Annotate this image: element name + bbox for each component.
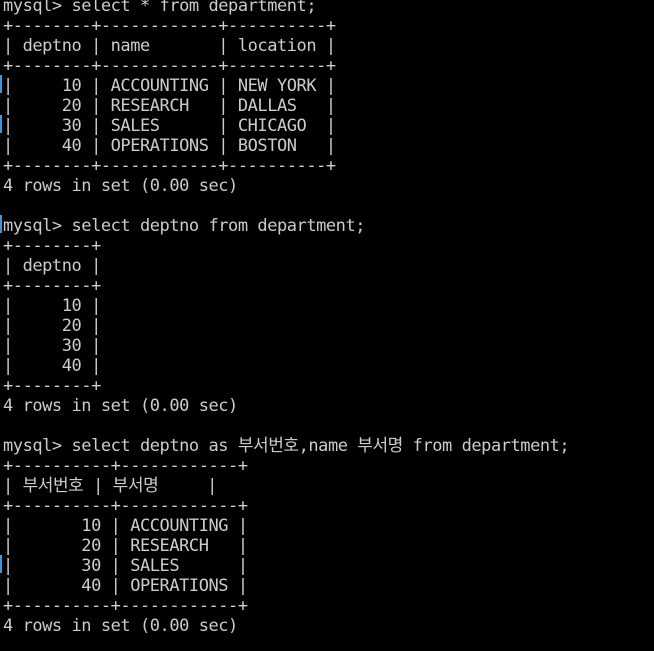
table-header-row: | deptno | name | location | [3, 36, 336, 56]
table-row: | 40 | OPERATIONS | BOSTON | [3, 136, 336, 156]
table-row: | 10 | [3, 296, 101, 316]
table-header-row: | 부서번호 | 부서명 | [3, 476, 217, 496]
table-row: | 40 | [3, 356, 101, 376]
table-border: +--------+------------+----------+ [3, 156, 336, 176]
table-row: | 30 | [3, 336, 101, 356]
table-row: | 30 | SALES | CHICAGO | [3, 116, 336, 136]
margin-marker-2 [0, 115, 2, 133]
margin-marker-1 [0, 75, 2, 93]
table-row: | 10 | ACCOUNTING | NEW YORK | [3, 76, 336, 96]
command-line-3: mysql> select deptno as 부서번호,name 부서명 fr… [3, 436, 570, 456]
command-line-2: mysql> select deptno from department; [3, 216, 366, 236]
table-row: | 20 | [3, 316, 101, 336]
command-line-1: mysql> select * from department; [3, 0, 317, 16]
table-border: +--------+ [3, 236, 101, 256]
margin-marker-3 [0, 215, 2, 233]
table-border: +----------+------------+ [3, 456, 248, 476]
table-row: | 10 | ACCOUNTING | [3, 516, 248, 536]
table-border: +--------+------------+----------+ [3, 56, 336, 76]
result-summary: 4 rows in set (0.00 sec) [3, 176, 238, 196]
result-summary: 4 rows in set (0.00 sec) [3, 396, 238, 416]
table-row: | 30 | SALES | [3, 556, 248, 576]
table-row: | 40 | OPERATIONS | [3, 576, 248, 596]
result-summary: 4 rows in set (0.00 sec) [3, 616, 238, 636]
table-border: +----------+------------+ [3, 596, 248, 616]
table-row: | 20 | RESEARCH | DALLAS | [3, 96, 336, 116]
table-border: +--------+ [3, 276, 101, 296]
table-border: +--------+ [3, 376, 101, 396]
margin-marker-4 [0, 555, 2, 573]
table-border: +----------+------------+ [3, 496, 248, 516]
table-header-row: | deptno | [3, 256, 101, 276]
terminal-output: mysql> select * from department; +------… [3, 0, 570, 636]
table-border: +--------+------------+----------+ [3, 16, 336, 36]
table-row: | 20 | RESEARCH | [3, 536, 248, 556]
terminal-window[interactable]: mysql> select * from department; +------… [0, 0, 654, 651]
